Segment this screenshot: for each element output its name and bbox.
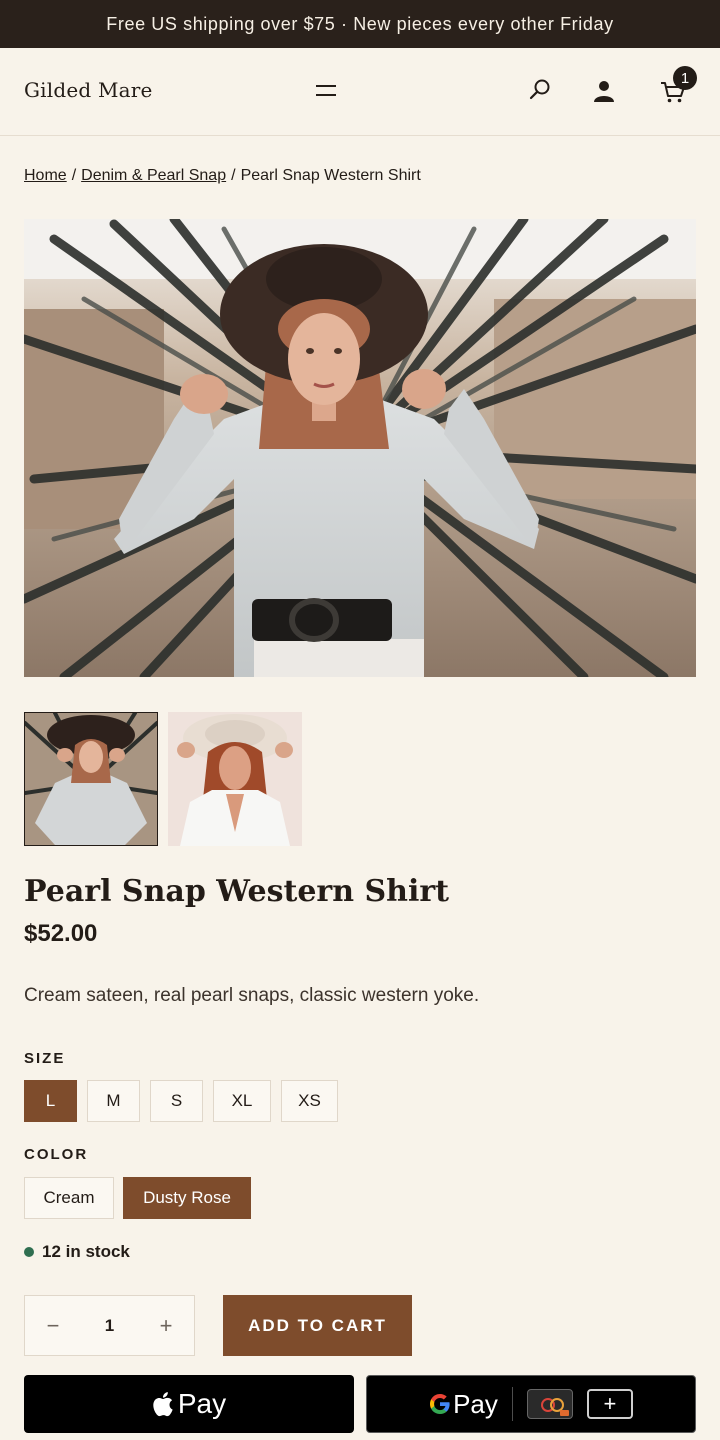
quantity-input[interactable]: 1	[81, 1296, 138, 1355]
quantity-decrease-button[interactable]: −	[25, 1296, 81, 1355]
apple-pay-label: Pay	[177, 1388, 227, 1419]
quantity-increase-button[interactable]: +	[138, 1296, 194, 1355]
breadcrumb-separator: /	[231, 167, 236, 184]
size-option-xs[interactable]: XS	[281, 1080, 338, 1122]
google-g-icon	[430, 1394, 450, 1414]
product-price: $52.00	[24, 920, 98, 947]
breadcrumb-category-link[interactable]: Denim & Pearl Snap	[81, 167, 226, 185]
search-icon[interactable]	[528, 78, 552, 102]
site-header: Gilded Mare 1	[0, 48, 720, 136]
divider	[511, 1387, 513, 1421]
cart-count-badge: 1	[673, 66, 697, 90]
add-card-icon: +	[586, 1389, 633, 1419]
size-option-s[interactable]: S	[150, 1080, 203, 1122]
thumbnail-photo-1	[25, 713, 157, 845]
breadcrumb: Home / Denim & Pearl Snap / Pearl Snap W…	[24, 167, 421, 185]
size-label: SIZE	[24, 1050, 66, 1067]
stock-text: 12 in stock	[42, 1242, 130, 1261]
size-option-m[interactable]: M	[87, 1080, 140, 1122]
google-pay-mark: Pay	[429, 1389, 498, 1420]
quantity-stepper: − 1 +	[24, 1295, 195, 1356]
product-main-image[interactable]	[24, 219, 696, 677]
announcement-text: Free US shipping over $75 · New pieces e…	[106, 13, 614, 34]
saved-card-icon	[526, 1389, 573, 1419]
stock-dot-icon	[24, 1247, 34, 1257]
apple-pay-button[interactable]: Pay	[24, 1375, 354, 1433]
size-option-xl[interactable]: XL	[213, 1080, 271, 1122]
google-pay-label: Pay	[453, 1388, 498, 1419]
product-thumbnail-1[interactable]	[24, 712, 158, 846]
apple-logo-icon	[153, 1392, 173, 1417]
store-logo[interactable]: Gilded Mare	[24, 78, 153, 102]
product-thumbnail-2[interactable]	[168, 712, 302, 846]
stock-status: 12 in stock	[24, 1242, 130, 1262]
product-photo	[24, 219, 696, 677]
product-title: Pearl Snap Western Shirt	[24, 874, 450, 909]
color-option-dusty-rose[interactable]: Dusty Rose	[123, 1177, 251, 1219]
color-label: COLOR	[24, 1146, 89, 1163]
product-description: Cream sateen, real pearl snaps, classic …	[24, 985, 480, 1006]
menu-icon[interactable]	[314, 81, 338, 101]
breadcrumb-separator: /	[71, 167, 77, 184]
breadcrumb-current: Pearl Snap Western Shirt	[240, 167, 421, 184]
add-to-cart-button[interactable]: ADD TO CART	[223, 1295, 412, 1356]
announcement-bar: Free US shipping over $75 · New pieces e…	[0, 0, 720, 48]
color-option-cream[interactable]: Cream	[24, 1177, 114, 1219]
breadcrumb-home-link[interactable]: Home	[24, 167, 67, 185]
thumbnail-photo-2	[168, 712, 302, 846]
size-option-l[interactable]: L	[24, 1080, 77, 1122]
account-icon[interactable]	[592, 79, 616, 103]
google-pay-button[interactable]: Pay +	[366, 1375, 696, 1433]
